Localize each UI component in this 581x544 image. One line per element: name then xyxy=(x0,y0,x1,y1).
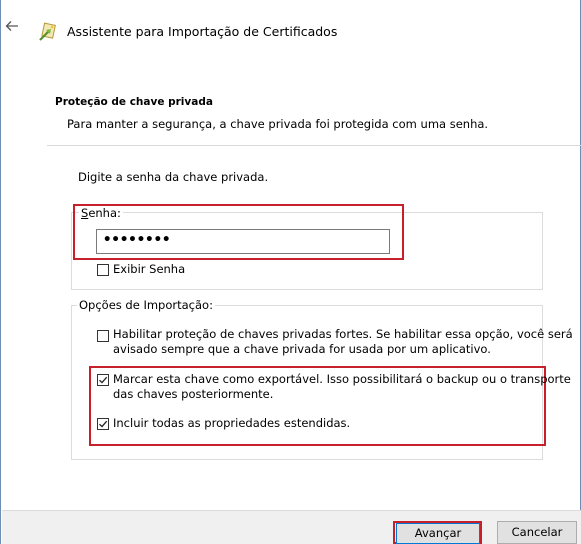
exportable-label: Marcar esta chave como exportável. Isso … xyxy=(113,372,571,401)
back-arrow-icon[interactable] xyxy=(4,18,20,34)
password-label: Senha: xyxy=(79,206,123,220)
include-extended-checkbox[interactable] xyxy=(97,418,109,430)
strong-protection-label: Habilitar proteção de chaves privadas fo… xyxy=(113,327,573,356)
section-description: Para manter a segurança, a chave privada… xyxy=(67,117,489,131)
import-options-legend: Opções de Importação: xyxy=(77,298,215,312)
password-prompt: Digite a senha da chave privada. xyxy=(78,170,269,184)
checkmark-icon xyxy=(99,420,108,428)
section-title: Proteção de chave privada xyxy=(55,96,213,108)
password-field[interactable]: •••••••• xyxy=(96,229,390,254)
include-extended-label: Incluir todas as propriedades estendidas… xyxy=(113,416,351,430)
window-title: Assistente para Importação de Certificad… xyxy=(67,24,338,39)
header-divider xyxy=(47,145,581,146)
strong-protection-checkbox[interactable] xyxy=(97,330,109,342)
exportable-checkbox[interactable] xyxy=(97,374,109,386)
checkmark-icon xyxy=(99,376,108,384)
certificate-wizard-icon xyxy=(37,21,59,43)
show-password-label: Exibir Senha xyxy=(113,262,186,276)
cancel-button[interactable]: Cancelar xyxy=(497,521,577,544)
footer-bar xyxy=(2,510,581,544)
next-button[interactable]: Avançar xyxy=(396,523,480,544)
wizard-window: Assistente para Importação de Certificad… xyxy=(0,0,581,544)
show-password-checkbox[interactable] xyxy=(97,264,109,276)
